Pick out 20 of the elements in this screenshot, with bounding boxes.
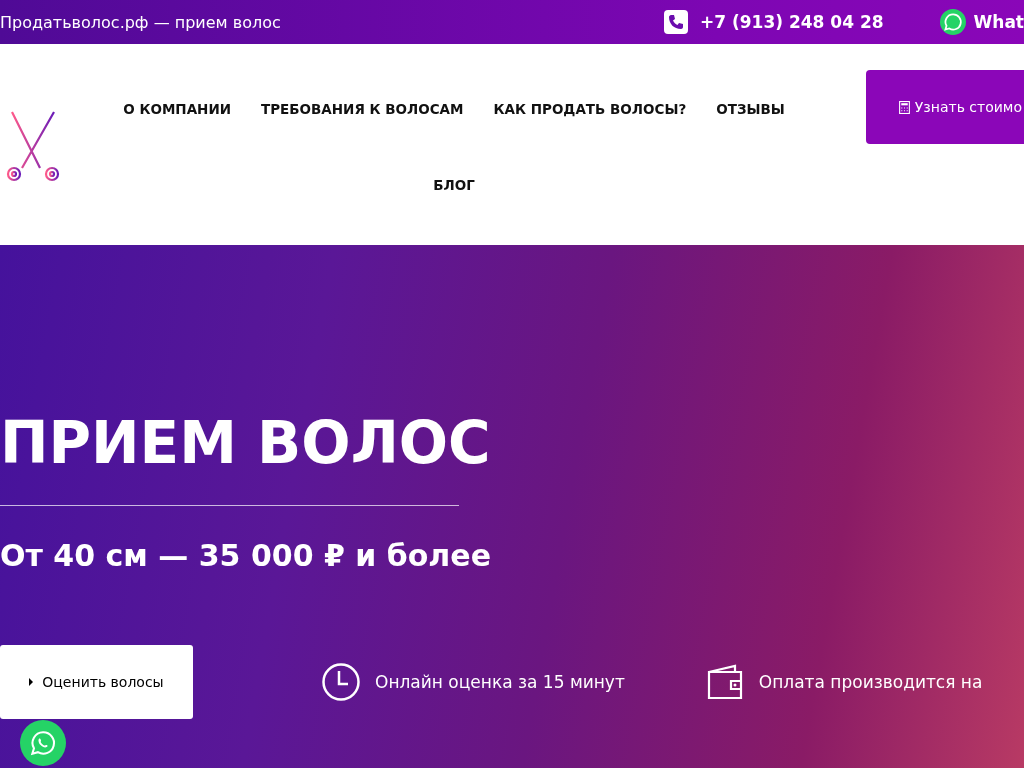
hero-title: ПРИЕМ ВОЛОС [0,408,492,479]
phone-link[interactable]: +7 (913) 248 04 28 [699,12,884,32]
nav-link[interactable]: ТРЕБОВАНИЯ К ВОЛОСАМ [261,98,464,120]
feature-text: Онлайн оценка за 15 минут [375,672,625,692]
chat-button[interactable] [20,720,66,766]
clock-icon [321,662,361,702]
calculator-icon [898,100,910,114]
nav-link[interactable]: О КОМПАНИИ [123,98,231,120]
nav-link[interactable]: БЛОГ [433,174,475,196]
nav-link[interactable]: КАК ПРОДАТЬ ВОЛОСЫ? [493,98,687,120]
chat-bubble-icon [939,9,966,35]
price-button[interactable]: Узнать стоимо [865,70,1024,144]
whatsapp-link[interactable]: What [973,12,1024,32]
feature-text: Оплата производится на [758,672,983,692]
phone-icon [663,10,688,34]
hero-subtitle: От 40 см — 35 000 ₽ и более [0,538,492,573]
nav-link[interactable]: ОТЗЫВЫ [716,98,785,120]
caret-icon [29,678,34,686]
site-title: Продатьволос.рф — прием волос [0,12,281,32]
evaluate-button[interactable]: Оценить волосы [0,645,193,719]
